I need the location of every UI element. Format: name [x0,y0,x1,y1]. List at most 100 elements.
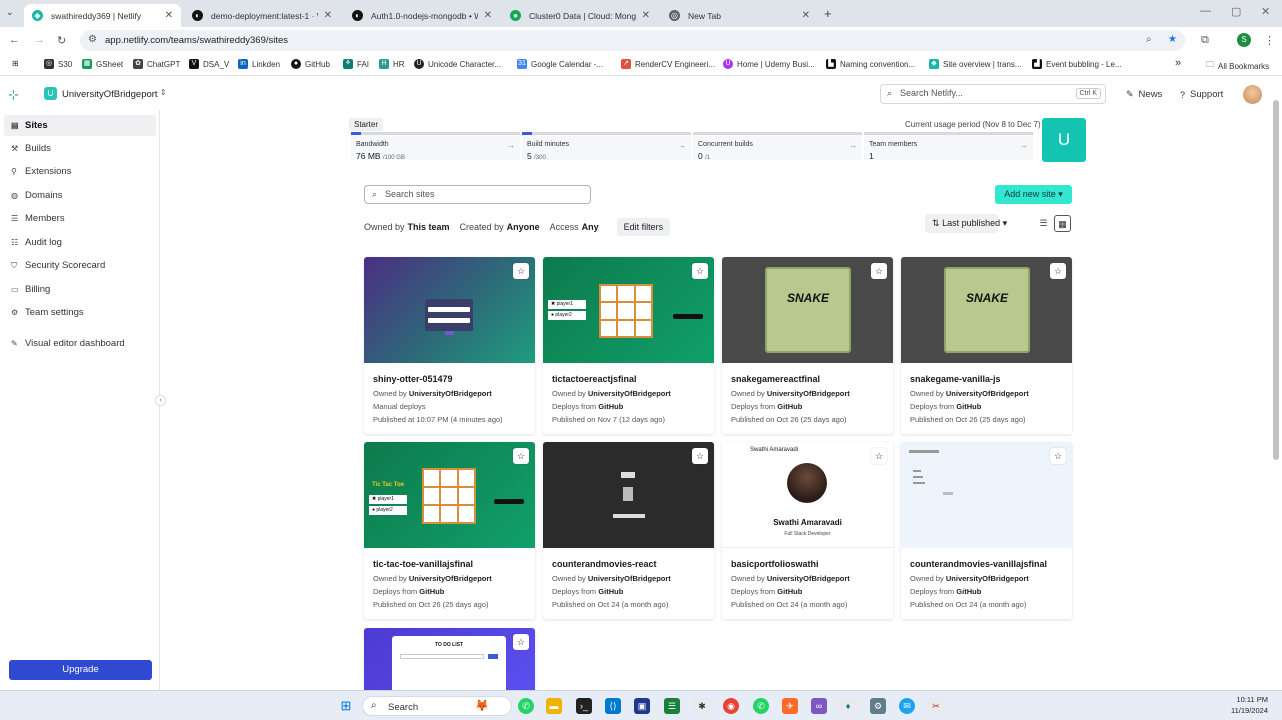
bookmark-star-icon[interactable]: ★ [1168,34,1177,45]
star-icon[interactable]: ☆ [871,448,887,464]
owned-by-filter[interactable]: This team [408,222,450,232]
sidebar-item-team-settings[interactable]: ⚙ Team settings [4,302,156,323]
sidebar-item-visual-editor[interactable]: ✎ Visual editor dashboard [4,333,156,354]
mongodb-compass-icon[interactable]: ♦ [840,698,856,714]
star-icon[interactable]: ☆ [513,263,529,279]
site-name[interactable]: snakegame-vanilla-js [910,374,1001,384]
team-badge[interactable]: U [44,87,57,100]
site-name[interactable]: tic-tac-toe-vanillajsfinal [373,559,473,569]
address-bar[interactable]: ⚙ app.netlify.com/teams/swathireddy369/s… [80,30,1185,51]
site-card[interactable]: ☆ shiny-otter-051479 Owned by University… [364,257,535,434]
maximize-icon[interactable]: ▢ [1231,5,1241,18]
site-card[interactable]: SNAKE ☆ snakegamereactfinal Owned by Uni… [722,257,893,434]
browser-tab-auth[interactable]: ◐ Auth1.0-nodejs-mongodb • W ✕ [344,4,500,27]
support-link[interactable]: ? Support [1180,89,1223,100]
usage-team-members[interactable]: Team members 1 → [864,132,1033,161]
grid-view-icon[interactable]: ▦ [1054,215,1071,232]
bookmark-rendercv[interactable]: ↗ RenderCV Engineeri... [621,59,715,69]
close-tab-icon[interactable]: ✕ [484,10,492,21]
site-card[interactable]: Swathi Amaravadi Swathi Amaravadi Full S… [722,442,893,619]
notes-icon[interactable]: ☰ [664,698,680,714]
bookmark-s30[interactable]: ◎ S30 [44,59,72,69]
site-name[interactable]: shiny-otter-051479 [373,374,453,384]
snipping-tool-icon[interactable]: ✂ [928,698,944,714]
sidebar-item-extensions[interactable]: ⚲ Extensions [4,161,156,182]
browser-tab-mongodb[interactable]: ● Cluster0 Data | Cloud: MongoD ✕ [502,4,658,27]
page-scrollbar[interactable] [1272,88,1280,686]
scrollbar-thumb[interactable] [1273,100,1279,460]
profile-avatar[interactable]: S [1237,33,1251,47]
star-icon[interactable]: ☆ [692,263,708,279]
tab-search-icon[interactable]: ⌄ [6,7,14,18]
menu-dots-icon[interactable]: ⋮ [1264,34,1275,47]
bookmark-naming[interactable]: ▙ Naming convention... [826,59,915,69]
browser-tab-newtab[interactable]: ◎ New Tab ✕ [661,4,818,27]
user-avatar[interactable] [1243,85,1262,104]
bookmark-dsa[interactable]: V DSA_V [189,59,229,69]
site-card[interactable]: SNAKE ☆ snakegame-vanilla-js Owned by Un… [901,257,1072,434]
apps-icon[interactable]: ⊞ [12,59,19,68]
url-text[interactable]: app.netlify.com/teams/swathireddy369/sit… [105,35,288,46]
extensions-icon[interactable]: ⧉ [1201,34,1209,47]
usage-build-minutes[interactable]: Build minutes 5 /300 → [522,132,691,161]
new-tab-button[interactable]: + [824,6,832,21]
all-bookmarks[interactable]: 🗀 All Bookmarks [1206,59,1269,73]
zoom-icon[interactable]: ⌕ [1146,34,1152,45]
site-card[interactable]: ☆ counterandmovies-react Owned by Univer… [543,442,714,619]
store-icon[interactable]: ▣ [634,698,650,714]
bookmark-event-bubbling[interactable]: ▟ Event bubbling - Le... [1032,59,1122,69]
sidebar-item-domains[interactable]: ◍ Domains [4,185,156,206]
settings-icon[interactable]: ⚙ [870,698,886,714]
chat-icon[interactable]: ✆ [753,698,769,714]
back-icon[interactable]: ← [9,34,20,46]
bookmark-chatgpt[interactable]: ✿ ChatGPT [133,59,180,69]
forward-icon[interactable]: → [34,34,45,46]
sidebar-item-builds[interactable]: ⚒ Builds [4,138,156,159]
bookmark-linkedin[interactable]: in Linkden [238,59,280,69]
usage-concurrent-builds[interactable]: Concurrent builds 0 /1 → [693,132,862,161]
star-icon[interactable]: ☆ [871,263,887,279]
site-card[interactable]: ☆ counterandmovies-vanillajsfinal Owned … [901,442,1072,619]
bookmark-calendar[interactable]: 31 Google Calendar -... [517,59,603,69]
browser-tab-netlify[interactable]: ◆ swathireddy369 | Netlify ✕ [24,4,181,27]
close-tab-icon[interactable]: ✕ [642,10,650,21]
star-icon[interactable]: ☆ [692,448,708,464]
edit-filters-button[interactable]: Edit filters [616,218,671,236]
system-clock[interactable]: 10:11 PM 11/19/2024 [1222,694,1268,716]
windows-start-icon[interactable]: ⊞ [338,698,354,714]
sidebar-item-audit-log[interactable]: ☷ Audit log [4,232,156,253]
sidebar-item-security[interactable]: ⛉ Security Scorecard [4,255,156,276]
slack-icon[interactable]: ✱ [694,698,710,714]
news-link[interactable]: ✎ News [1126,89,1162,100]
visual-studio-icon[interactable]: ∞ [811,698,827,714]
usage-bandwidth[interactable]: Bandwidth 76 MB /100 GB → [351,132,520,161]
bookmark-unicode[interactable]: U Unicode Character... [414,59,501,69]
close-tab-icon[interactable]: ✕ [802,10,810,21]
browser-tab-demo[interactable]: ◐ demo-deployment:latest-1 · W ✕ [184,4,340,27]
more-bookmarks-button[interactable]: » [1175,57,1181,69]
chrome-icon[interactable]: ◉ [723,698,739,714]
site-name[interactable]: counterandmovies-react [552,559,657,569]
close-window-icon[interactable]: ✕ [1261,5,1270,18]
site-name[interactable]: counterandmovies-vanillajsfinal [910,559,1047,569]
bookmark-github[interactable]: ● GitHub [291,59,330,69]
created-by-filter[interactable]: Anyone [507,222,540,232]
team-name[interactable]: UniversityOfBridgeport [62,89,158,100]
sort-dropdown[interactable]: ⇅ Last published ▾ [925,214,1007,233]
site-info-icon[interactable]: ⚙ [88,34,97,45]
team-avatar-badge[interactable]: U [1042,118,1086,162]
site-name[interactable]: snakegamereactfinal [731,374,820,384]
site-search[interactable]: ⌕ [364,185,591,204]
close-tab-icon[interactable]: ✕ [165,10,173,21]
terminal-icon[interactable]: ›_ [576,698,592,714]
global-search[interactable]: ⌕ Ctrl K [880,84,1106,104]
upgrade-button[interactable]: Upgrade [9,660,152,680]
file-explorer-icon[interactable]: ▬ [546,698,562,714]
sidebar-item-members[interactable]: ☰ Members [4,208,156,229]
minimize-icon[interactable]: — [1200,5,1211,17]
sidebar-item-billing[interactable]: ▭ Billing [4,279,156,300]
site-name[interactable]: basicportfolioswathi [731,559,819,569]
access-filter[interactable]: Any [582,222,599,232]
site-card[interactable]: TO DO LIST ☆ [364,628,535,690]
team-switcher-icon[interactable]: ⇕ [160,88,167,97]
